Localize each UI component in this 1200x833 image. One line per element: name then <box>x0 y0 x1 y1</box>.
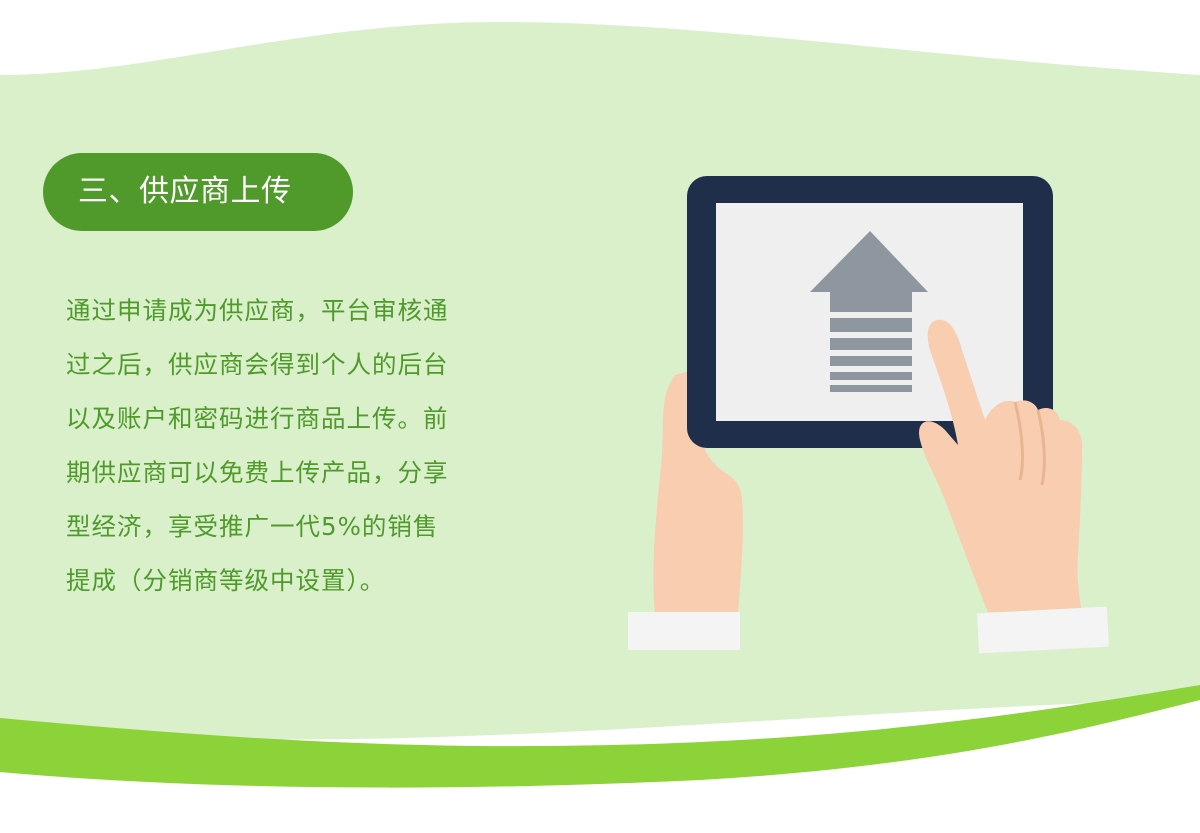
description: 通过申请成为供应商，平台审核通 过之后，供应商会得到个人的后台 以及账户和密码进… <box>66 284 526 608</box>
left-cuff <box>628 612 740 650</box>
arrow-bar <box>830 338 912 350</box>
section-title: 三、供应商上传 <box>78 174 292 209</box>
right-cuff <box>977 606 1109 654</box>
description-line: 型经济，享受推广一代5%的销售 <box>66 512 439 541</box>
tablet-upload-icon <box>628 176 1109 654</box>
description-line: 以及账户和密码进行商品上传。前 <box>66 404 449 433</box>
arrow-bar <box>830 372 912 380</box>
description-line: 期供应商可以免费上传产品，分享 <box>66 458 449 487</box>
description-line: 过之后，供应商会得到个人的后台 <box>66 350 449 379</box>
description-line: 提成（分销商等级中设置）。 <box>66 566 386 595</box>
description-line: 通过申请成为供应商，平台审核通 <box>66 296 449 325</box>
arrow-bar <box>830 356 912 366</box>
arrow-bar <box>830 318 912 332</box>
arrow-bar <box>830 385 912 392</box>
